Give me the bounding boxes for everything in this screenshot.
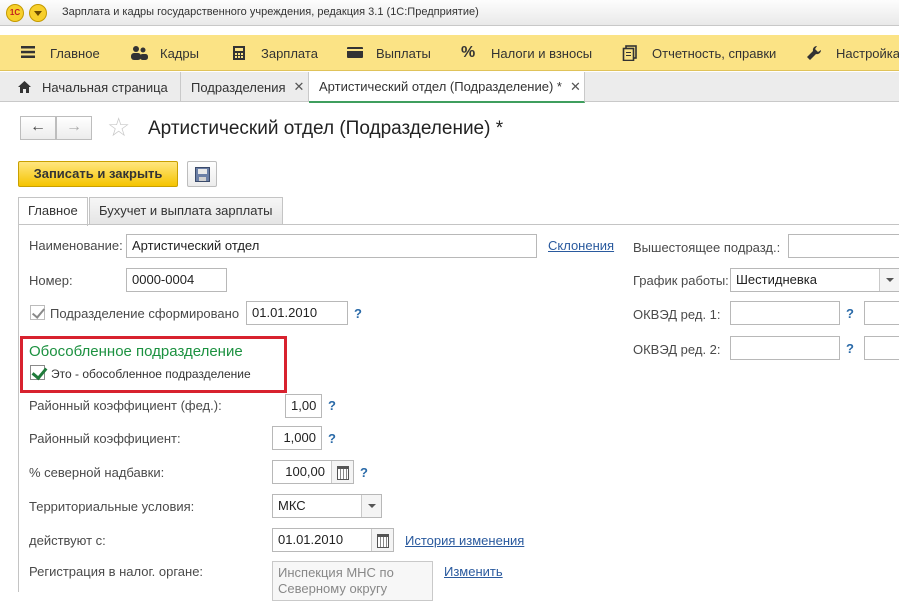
- close-icon[interactable]: ✕: [570, 79, 581, 95]
- section-main[interactable]: Главное: [20, 35, 100, 71]
- territorial-label: Территориальные условия:: [29, 499, 195, 514]
- section-main-label: Главное: [50, 45, 100, 61]
- tab-departments-label: Подразделения: [191, 79, 286, 95]
- section-salary[interactable]: Зарплата: [231, 35, 318, 71]
- separate-division-heading: Обособленное подразделение: [29, 343, 243, 360]
- effective-date-value: 01.01.2010: [278, 532, 344, 547]
- northern-label: % северной надбавки:: [29, 465, 165, 480]
- tax-reg-label: Регистрация в налог. органе:: [29, 564, 204, 579]
- number-label: Номер:: [29, 273, 73, 288]
- district-label: Районный коэффициент:: [29, 431, 181, 446]
- reports-icon: [622, 45, 640, 62]
- wallet-icon: [346, 45, 364, 61]
- close-icon[interactable]: ✕: [294, 79, 305, 95]
- section-reports[interactable]: Отчетность, справки: [622, 35, 776, 71]
- section-settings-label: Настройка: [836, 45, 899, 61]
- okved1-field[interactable]: [730, 301, 840, 325]
- calculator-icon[interactable]: [331, 461, 353, 483]
- form-tab-accounting-label: Бухучет и выплата зарплаты: [99, 203, 273, 218]
- section-taxes[interactable]: % Налоги и взносы: [461, 35, 592, 71]
- arrow-left-icon: ←: [30, 118, 46, 135]
- parent-field[interactable]: [788, 234, 899, 258]
- form-tab-accounting[interactable]: Бухучет и выплата зарплаты: [89, 197, 283, 225]
- favorite-star-icon[interactable]: ☆: [107, 113, 130, 141]
- help-question-icon[interactable]: ?: [328, 431, 336, 446]
- section-payments-label: Выплаты: [376, 45, 431, 61]
- tab-departments[interactable]: Подразделения ✕: [181, 72, 309, 102]
- formed-checkbox[interactable]: [30, 305, 45, 320]
- page-title: Артистический отдел (Подразделение) *: [148, 118, 504, 139]
- northern-field[interactable]: 100,00: [272, 460, 354, 484]
- save-and-close-button[interactable]: Записать и закрыть: [18, 161, 178, 187]
- percent-icon: %: [461, 44, 476, 61]
- formed-label: Подразделение сформировано: [50, 306, 240, 321]
- calculator-icon: [231, 45, 249, 61]
- help-question-icon[interactable]: ?: [846, 341, 854, 356]
- people-icon: [130, 45, 148, 61]
- chevron-down-icon[interactable]: [361, 495, 381, 517]
- tax-reg-field[interactable]: Инспекция МНС по Северному округу: [272, 561, 433, 601]
- tab-art-department[interactable]: Артистический отдел (Подразделение) * ✕: [309, 72, 585, 103]
- declensions-link[interactable]: Склонения: [548, 238, 614, 253]
- section-settings[interactable]: Настройка: [806, 35, 899, 71]
- floppy-disk-icon: [195, 167, 210, 182]
- okved2-label: ОКВЭД ред. 2:: [633, 342, 721, 357]
- hamburger-icon: [20, 45, 38, 61]
- district-field[interactable]: 1,000: [272, 426, 322, 450]
- chevron-down-icon[interactable]: [879, 269, 899, 291]
- northern-value: 100,00: [285, 464, 325, 479]
- formed-date-field[interactable]: 01.01.2010: [246, 301, 348, 325]
- window-title-bar: 1C Зарплата и кадры государственного учр…: [0, 0, 899, 26]
- change-link[interactable]: Изменить: [444, 564, 503, 579]
- section-salary-label: Зарплата: [261, 45, 318, 61]
- okved1-label: ОКВЭД ред. 1:: [633, 307, 721, 322]
- history-link[interactable]: История изменения: [405, 533, 524, 548]
- 1c-logo-icon[interactable]: 1C: [6, 4, 24, 22]
- schedule-label: График работы:: [633, 273, 729, 288]
- section-payments[interactable]: Выплаты: [346, 35, 431, 71]
- territorial-value: МКС: [278, 498, 306, 513]
- schedule-select[interactable]: Шестидневка: [730, 268, 899, 292]
- help-question-icon[interactable]: ?: [328, 398, 336, 413]
- help-question-icon[interactable]: ?: [360, 465, 368, 480]
- sections-panel: Главное Кадры Зарплата Выплаты % Налоги …: [0, 35, 899, 71]
- parent-label: Вышестоящее подразд.:: [633, 240, 781, 255]
- main-menu-dropdown-icon[interactable]: [29, 4, 47, 22]
- calendar-icon[interactable]: [371, 529, 393, 551]
- arrow-right-icon: →: [66, 118, 82, 135]
- tab-home-label: Начальная страница: [42, 79, 168, 95]
- section-hr[interactable]: Кадры: [130, 35, 199, 71]
- form-tab-main[interactable]: Главное: [18, 197, 88, 226]
- save-button[interactable]: [187, 161, 217, 187]
- section-hr-label: Кадры: [160, 45, 199, 61]
- effective-label: действуют с:: [29, 533, 106, 548]
- territorial-select[interactable]: МКС: [272, 494, 382, 518]
- section-taxes-label: Налоги и взносы: [491, 45, 593, 61]
- form-tab-main-label: Главное: [28, 203, 78, 218]
- name-label: Наименование:: [29, 238, 123, 253]
- app-title: Зарплата и кадры государственного учрежд…: [62, 6, 479, 18]
- effective-date-field[interactable]: 01.01.2010: [272, 528, 394, 552]
- forward-button[interactable]: →: [56, 116, 92, 140]
- separate-division-checkbox[interactable]: [30, 365, 45, 380]
- number-field[interactable]: 0000-0004: [126, 268, 227, 292]
- separate-division-checkbox-label: Это - обособленное подразделение: [51, 367, 251, 381]
- okved2-name-field[interactable]: [864, 336, 899, 360]
- district-fed-label: Районный коэффициент (фед.):: [29, 398, 222, 413]
- back-button[interactable]: ←: [20, 116, 56, 140]
- tab-home[interactable]: Начальная страница: [0, 72, 181, 102]
- wrench-icon: [806, 45, 824, 61]
- home-icon: [18, 81, 31, 93]
- tab-art-department-label: Артистический отдел (Подразделение) *: [319, 79, 562, 94]
- help-question-icon[interactable]: ?: [354, 306, 362, 321]
- section-reports-label: Отчетность, справки: [652, 45, 777, 61]
- open-windows-tabs: Начальная страница Подразделения ✕ Артис…: [0, 72, 899, 103]
- help-question-icon[interactable]: ?: [846, 306, 854, 321]
- okved2-field[interactable]: [730, 336, 840, 360]
- district-fed-field[interactable]: 1,00: [285, 394, 322, 418]
- schedule-value: Шестидневка: [736, 272, 817, 287]
- okved1-name-field[interactable]: [864, 301, 899, 325]
- name-field[interactable]: Артистический отдел: [126, 234, 537, 258]
